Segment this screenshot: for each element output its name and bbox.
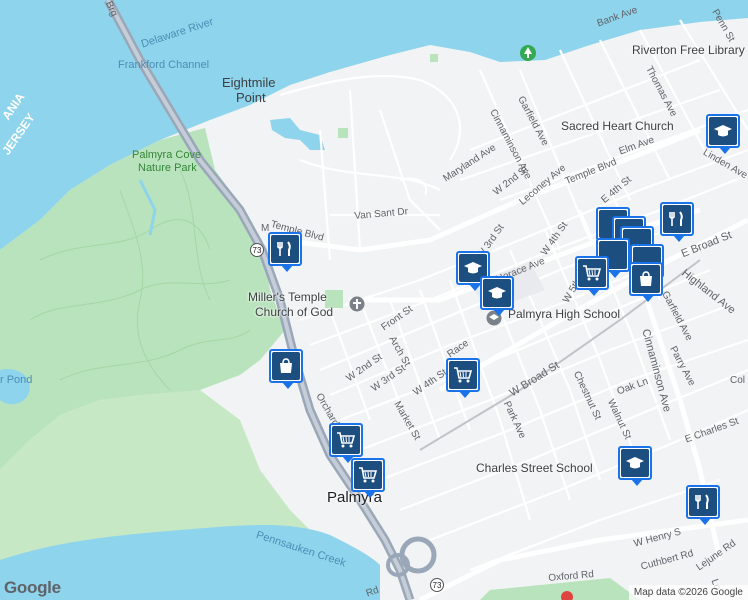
shopping-bag-icon	[640, 271, 652, 286]
shopping-marker[interactable]	[269, 349, 303, 389]
park-label-1: Palmyra Cove	[132, 149, 202, 161]
street-label: Col	[730, 375, 746, 386]
park-tree-icon[interactable]	[520, 44, 536, 62]
place-label-point: Point	[236, 90, 266, 105]
poi-label-church-of-god: Church of God	[255, 305, 334, 319]
restaurant-marker[interactable]	[268, 232, 302, 272]
pond-label: r Pond	[0, 374, 33, 386]
fork-knife-icon	[695, 494, 709, 509]
shopping-cart-icon	[454, 367, 473, 383]
school-marker[interactable]	[480, 276, 514, 316]
fork-knife-icon	[669, 211, 683, 226]
park-label-2: Nature Park	[138, 162, 197, 174]
inlet	[270, 118, 325, 150]
grocery-marker[interactable]	[329, 423, 363, 463]
grocery-marker[interactable]	[351, 458, 385, 498]
graduation-cap-icon	[714, 125, 732, 137]
poi-label-charles-street-school: Charles Street School	[476, 461, 593, 475]
google-logo: Google	[4, 578, 61, 597]
poi-label-millers-temple: Miller's Temple	[248, 290, 327, 304]
graduation-cap-icon	[626, 457, 644, 469]
map-attribution[interactable]: Map data ©2026 Google	[628, 585, 748, 600]
map-canvas[interactable]: Delaware River Frankford Channel r Pond …	[0, 0, 748, 600]
route-73-shield: 73	[250, 243, 264, 257]
grocery-marker[interactable]	[575, 256, 609, 296]
shopping-cart-icon	[583, 265, 602, 281]
school-marker[interactable]	[618, 446, 652, 486]
shopping-cart-icon	[359, 467, 378, 483]
cluster-marker[interactable]	[660, 202, 694, 242]
school-marker[interactable]	[706, 114, 740, 154]
shopping-bag-icon	[280, 358, 292, 373]
channel-label-line1: Frankford Channel	[118, 59, 210, 71]
poi-label-riverton-library: Riverton Free Library	[632, 43, 745, 57]
shopping-marker[interactable]	[629, 262, 663, 302]
map-base-layer	[0, 0, 748, 600]
graduation-cap-icon	[488, 287, 506, 299]
fork-knife-icon	[277, 241, 291, 256]
poi-label-sacred-heart: Sacred Heart Church	[561, 119, 674, 133]
restaurant-marker[interactable]	[686, 485, 720, 525]
poi-label-palmyra-high: Palmyra High School	[508, 307, 621, 321]
red-marker-icon[interactable]	[560, 590, 574, 600]
church-icon[interactable]	[349, 296, 365, 312]
grocery-marker[interactable]	[446, 358, 480, 398]
place-label-eightmile: Eightmile	[222, 75, 276, 90]
route-73-shield: 73	[430, 578, 444, 592]
shopping-cart-icon	[337, 432, 356, 448]
graduation-cap-icon	[464, 262, 482, 274]
